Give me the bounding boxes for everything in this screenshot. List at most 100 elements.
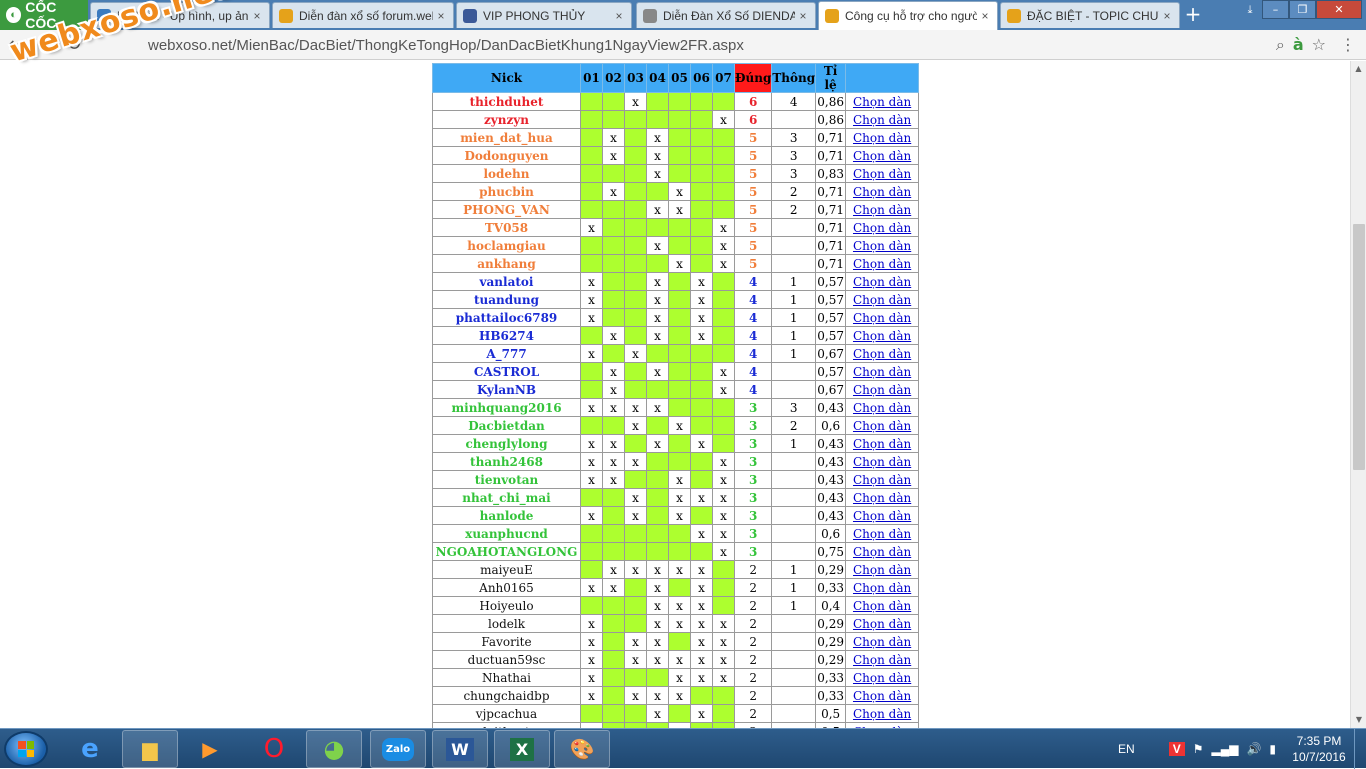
paint-icon[interactable]: 🎨 bbox=[554, 730, 610, 768]
chon-dan-link[interactable]: Chọn dàn bbox=[853, 149, 911, 163]
scroll-down-icon[interactable]: ▼ bbox=[1351, 712, 1366, 728]
ti-le-cell: 0,67 bbox=[815, 380, 847, 399]
close-tab-icon[interactable]: × bbox=[1159, 9, 1175, 23]
show-desktop-button[interactable] bbox=[1354, 729, 1366, 769]
download-icon[interactable]: ⤓ bbox=[1238, 0, 1262, 19]
chon-dan-link[interactable]: Chọn dàn bbox=[853, 275, 911, 289]
chon-dan-link[interactable]: Chọn dàn bbox=[853, 383, 911, 397]
mark-cell: x bbox=[580, 452, 603, 471]
mark-cell bbox=[646, 110, 669, 129]
mark-cell bbox=[602, 92, 625, 111]
chon-dan-link[interactable]: Chọn dàn bbox=[853, 473, 911, 487]
chon-dan-link[interactable]: Chọn dàn bbox=[853, 689, 911, 703]
chon-dan-link[interactable]: Chọn dàn bbox=[853, 185, 911, 199]
browser-tab[interactable]: Diễn Đàn Xổ Số DIENDANXOSO× bbox=[636, 2, 816, 28]
volume-icon[interactable]: 🔊 bbox=[1246, 742, 1261, 756]
unikey-icon[interactable]: V bbox=[1168, 742, 1185, 756]
chon-dan-link[interactable]: Chọn dàn bbox=[853, 293, 911, 307]
chon-dan-link[interactable]: Chọn dàn bbox=[853, 329, 911, 343]
bookmark-star-icon[interactable]: ☆ bbox=[1312, 35, 1326, 55]
mark-cell: x bbox=[580, 686, 603, 705]
link-cell: Chọn dàn bbox=[845, 272, 920, 291]
chon-dan-link[interactable]: Chọn dàn bbox=[853, 563, 911, 577]
chon-dan-link[interactable]: Chọn dàn bbox=[853, 401, 911, 415]
mark-cell: x bbox=[646, 308, 669, 327]
chon-dan-link[interactable]: Chọn dàn bbox=[853, 707, 911, 721]
excel-icon[interactable]: X bbox=[494, 730, 550, 768]
vertical-scrollbar[interactable]: ▲ ▼ bbox=[1350, 61, 1366, 728]
battery-icon[interactable]: ▮ bbox=[1269, 742, 1276, 756]
browser-tab[interactable]: VIP PHONG THỦY × bbox=[456, 2, 632, 28]
chon-dan-link[interactable]: Chọn dàn bbox=[853, 365, 911, 379]
ti-le-cell: 0,33 bbox=[815, 686, 847, 705]
ti-le-cell: 0,75 bbox=[815, 542, 847, 561]
chon-dan-link[interactable]: Chọn dàn bbox=[853, 95, 911, 109]
chon-dan-link[interactable]: Chọn dàn bbox=[853, 527, 911, 541]
chon-dan-link[interactable]: Chọn dàn bbox=[853, 167, 911, 181]
mark-cell bbox=[624, 596, 647, 615]
maximize-button[interactable]: ❐ bbox=[1289, 0, 1316, 19]
chon-dan-link[interactable]: Chọn dàn bbox=[853, 113, 911, 127]
mark-cell: x bbox=[580, 650, 603, 669]
close-tab-icon[interactable]: × bbox=[433, 9, 449, 23]
network-icon[interactable]: ▂▄▆ bbox=[1211, 742, 1238, 756]
chon-dan-link[interactable]: Chọn dàn bbox=[853, 311, 911, 325]
chon-dan-link[interactable]: Chọn dàn bbox=[853, 455, 911, 469]
link-cell: Chọn dàn bbox=[845, 650, 920, 669]
table-row: mien_dat_hua x x 5 3 0,71 Chọn dàn bbox=[432, 128, 920, 147]
folder-icon[interactable]: ▆ bbox=[122, 730, 178, 768]
link-cell: Chọn dàn bbox=[845, 524, 920, 543]
close-tab-icon[interactable]: × bbox=[611, 9, 627, 23]
scroll-up-icon[interactable]: ▲ bbox=[1351, 61, 1366, 77]
table-row: CASTROL x x x 4 0,57 Chọn dàn bbox=[432, 362, 920, 381]
minimize-button[interactable]: – bbox=[1262, 0, 1289, 19]
menu-icon[interactable]: ⋮ bbox=[1340, 35, 1356, 54]
translate-icon[interactable]: à bbox=[1293, 35, 1304, 55]
chon-dan-link[interactable]: Chọn dàn bbox=[853, 545, 911, 559]
opera-icon[interactable]: O bbox=[246, 730, 302, 768]
close-tab-icon[interactable]: × bbox=[977, 9, 993, 23]
chon-dan-link[interactable]: Chọn dàn bbox=[853, 221, 911, 235]
chon-dan-link[interactable]: Chọn dàn bbox=[853, 599, 911, 613]
chon-dan-link[interactable]: Chọn dàn bbox=[853, 257, 911, 271]
flag-icon[interactable]: ⚑ bbox=[1193, 742, 1204, 756]
media-player-icon[interactable]: ▶ bbox=[182, 730, 238, 768]
mark-cell: x bbox=[580, 506, 603, 525]
word-icon[interactable]: W bbox=[432, 730, 488, 768]
chon-dan-link[interactable]: Chọn dàn bbox=[853, 347, 911, 361]
zalo-icon[interactable]: Zalo bbox=[370, 730, 426, 768]
browser-tab[interactable]: Diễn đàn xổ số forum.webxoso× bbox=[272, 2, 454, 28]
address-bar[interactable]: webxoso.net/MienBac/DacBiet/ThongKeTongH… bbox=[96, 34, 1336, 56]
link-cell: Chọn dàn bbox=[845, 254, 920, 273]
chon-dan-link[interactable]: Chọn dàn bbox=[853, 203, 911, 217]
nick-cell: Nhathai bbox=[432, 668, 581, 687]
chon-dan-link[interactable]: Chọn dàn bbox=[853, 617, 911, 631]
start-button[interactable] bbox=[4, 731, 48, 767]
chon-dan-link[interactable]: Chọn dàn bbox=[853, 437, 911, 451]
scroll-thumb[interactable] bbox=[1353, 224, 1365, 470]
browser-tab[interactable]: ĐẶC BIỆT - TOPIC CHUYÊN× bbox=[1000, 2, 1180, 28]
chon-dan-link[interactable]: Chọn dàn bbox=[853, 671, 911, 685]
clock[interactable]: 7:35 PM 10/7/2016 bbox=[1284, 733, 1354, 765]
close-tab-icon[interactable]: × bbox=[795, 9, 811, 23]
mark-cell: x bbox=[624, 416, 647, 435]
chon-dan-link[interactable]: Chọn dàn bbox=[853, 581, 911, 595]
chon-dan-link[interactable]: Chọn dàn bbox=[853, 635, 911, 649]
chon-dan-link[interactable]: Chọn dàn bbox=[853, 131, 911, 145]
close-window-button[interactable]: ✕ bbox=[1316, 0, 1362, 19]
new-tab-button[interactable]: + bbox=[1183, 4, 1203, 25]
language-indicator[interactable]: EN bbox=[1118, 742, 1135, 756]
ie-icon[interactable]: e bbox=[62, 730, 118, 768]
search-icon[interactable]: ⌕ bbox=[1276, 35, 1285, 55]
coccoc-icon[interactable]: ◕ bbox=[306, 730, 362, 768]
column-header: Nick bbox=[432, 63, 581, 93]
chon-dan-link[interactable]: Chọn dàn bbox=[853, 239, 911, 253]
chon-dan-link[interactable]: Chọn dàn bbox=[853, 509, 911, 523]
chon-dan-link[interactable]: Chọn dàn bbox=[853, 419, 911, 433]
chon-dan-link[interactable]: Chọn dàn bbox=[853, 491, 911, 505]
chon-dan-link[interactable]: Chọn dàn bbox=[853, 653, 911, 667]
close-tab-icon[interactable]: × bbox=[249, 9, 265, 23]
browser-tab[interactable]: Công cụ hỗ trợ cho người chơi× bbox=[818, 1, 998, 30]
zalo-label: Zalo bbox=[381, 737, 415, 761]
mark-cell: x bbox=[668, 182, 691, 201]
